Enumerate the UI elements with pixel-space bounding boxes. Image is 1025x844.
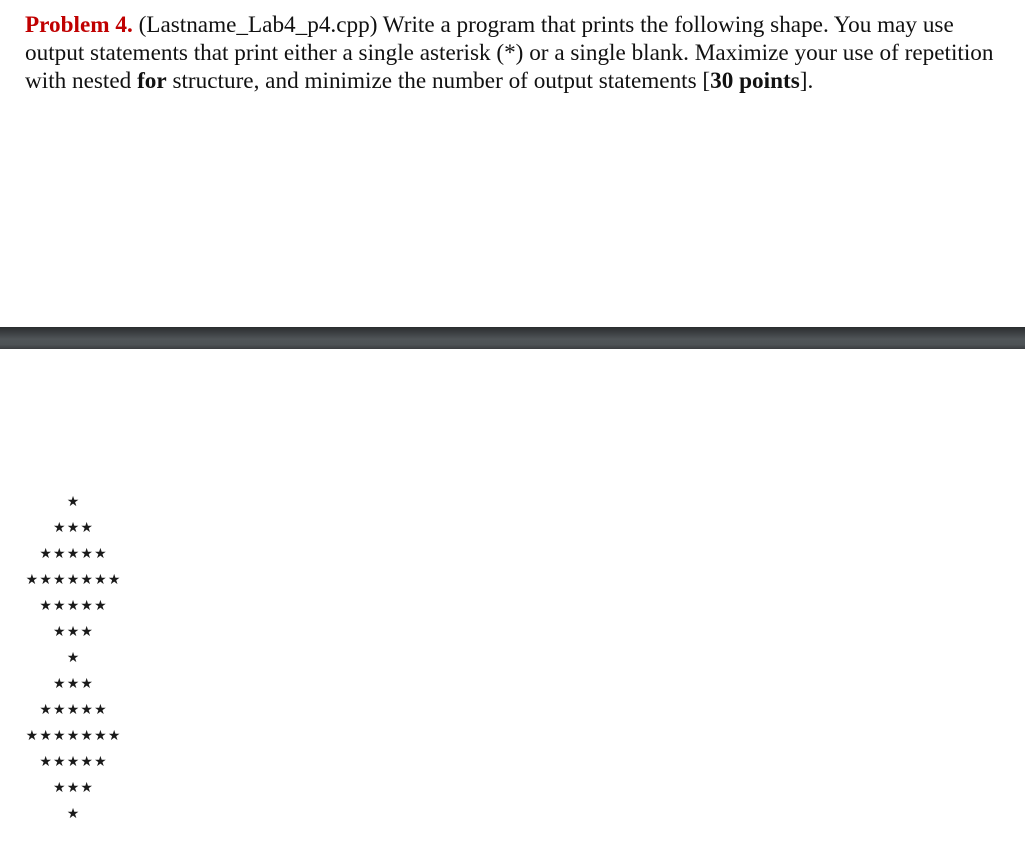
shape-row: ★ ★ ★ — [0, 515, 160, 541]
points-value: 30 points — [710, 68, 800, 94]
asterisk-icon: ★ — [53, 598, 66, 614]
shape-row: ★ ★ ★ — [0, 619, 160, 645]
asterisk-icon: ★ — [66, 702, 80, 718]
shape-row: ★ ★ ★ ★ ★ — [0, 697, 160, 723]
asterisk-icon: ★ — [66, 598, 80, 614]
shape-row: ★ ★ ★ ★ ★ — [0, 749, 160, 775]
shape-row: ★ ★ ★ — [0, 671, 160, 697]
asterisk-icon: ★ — [39, 702, 52, 718]
shape-row: ★ ★ ★ ★ ★ — [0, 593, 160, 619]
asterisk-icon: ★ — [66, 780, 80, 796]
asterisk-icon: ★ — [66, 754, 80, 770]
asterisk-icon: ★ — [80, 780, 93, 796]
asterisk-icon: ★ — [94, 598, 107, 614]
asterisk-icon: ★ — [66, 546, 80, 562]
keyword-for: for — [137, 68, 167, 94]
asterisk-icon: ★ — [66, 728, 80, 744]
asterisk-icon: ★ — [94, 546, 107, 562]
asterisk-icon: ★ — [94, 572, 107, 588]
asterisk-icon: ★ — [66, 494, 80, 510]
problem-text-end: ]. — [799, 68, 814, 94]
asterisk-shape: ★ ★ ★ ★ ★ ★ ★ ★ ★ ★ ★ ★ ★ ★ ★ ★ ★ ★ ★ ★ ★ ★ ★ ★ ★ ★ ★ ★ ★ ★ ★ ★ ★ ★ ★ ★ ★ ★ ★ ★… — [0, 489, 160, 827]
shape-row: ★ — [0, 489, 160, 515]
asterisk-icon: ★ — [25, 728, 39, 744]
asterisk-icon: ★ — [80, 520, 93, 536]
asterisk-icon: ★ — [80, 572, 93, 588]
problem-statement: Problem 4. (Lastname_Lab4_p4.cpp) Write … — [25, 11, 1015, 95]
asterisk-icon: ★ — [66, 572, 80, 588]
asterisk-icon: ★ — [107, 572, 121, 588]
asterisk-icon: ★ — [66, 624, 80, 640]
asterisk-icon: ★ — [66, 520, 80, 536]
problem-label: Problem 4. — [25, 12, 133, 38]
shape-row: ★ ★ ★ ★ ★ ★ ★ — [0, 567, 160, 593]
asterisk-icon: ★ — [53, 572, 66, 588]
asterisk-icon: ★ — [80, 546, 93, 562]
shape-row: ★ — [0, 645, 160, 671]
asterisk-icon: ★ — [53, 546, 66, 562]
asterisk-icon: ★ — [80, 754, 93, 770]
page-divider — [0, 327, 1025, 349]
asterisk-icon: ★ — [94, 728, 107, 744]
asterisk-icon: ★ — [94, 754, 107, 770]
asterisk-icon: ★ — [66, 676, 80, 692]
asterisk-icon: ★ — [53, 728, 66, 744]
asterisk-icon: ★ — [39, 754, 52, 770]
document-page-top: Problem 4. (Lastname_Lab4_p4.cpp) Write … — [0, 0, 1025, 327]
asterisk-icon: ★ — [53, 780, 66, 796]
asterisk-icon: ★ — [80, 702, 93, 718]
shape-row: ★ ★ ★ — [0, 775, 160, 801]
asterisk-icon: ★ — [53, 624, 66, 640]
asterisk-icon: ★ — [66, 806, 80, 822]
asterisk-icon: ★ — [39, 598, 52, 614]
shape-row: ★ ★ ★ ★ ★ ★ ★ — [0, 723, 160, 749]
problem-text-part2: structure, and minimize the number of ou… — [166, 68, 711, 94]
asterisk-icon: ★ — [107, 728, 121, 744]
asterisk-icon: ★ — [80, 598, 93, 614]
asterisk-icon: ★ — [39, 572, 52, 588]
asterisk-icon: ★ — [25, 572, 39, 588]
asterisk-icon: ★ — [80, 728, 93, 744]
asterisk-icon: ★ — [66, 650, 80, 666]
asterisk-icon: ★ — [80, 676, 93, 692]
asterisk-icon: ★ — [39, 546, 52, 562]
shape-row: ★ — [0, 801, 160, 827]
shape-row: ★ ★ ★ ★ ★ — [0, 541, 160, 567]
asterisk-icon: ★ — [53, 520, 66, 536]
asterisk-icon: ★ — [53, 754, 66, 770]
asterisk-icon: ★ — [94, 702, 107, 718]
asterisk-icon: ★ — [39, 728, 52, 744]
asterisk-icon: ★ — [53, 702, 66, 718]
asterisk-icon: ★ — [53, 676, 66, 692]
asterisk-icon: ★ — [80, 624, 93, 640]
